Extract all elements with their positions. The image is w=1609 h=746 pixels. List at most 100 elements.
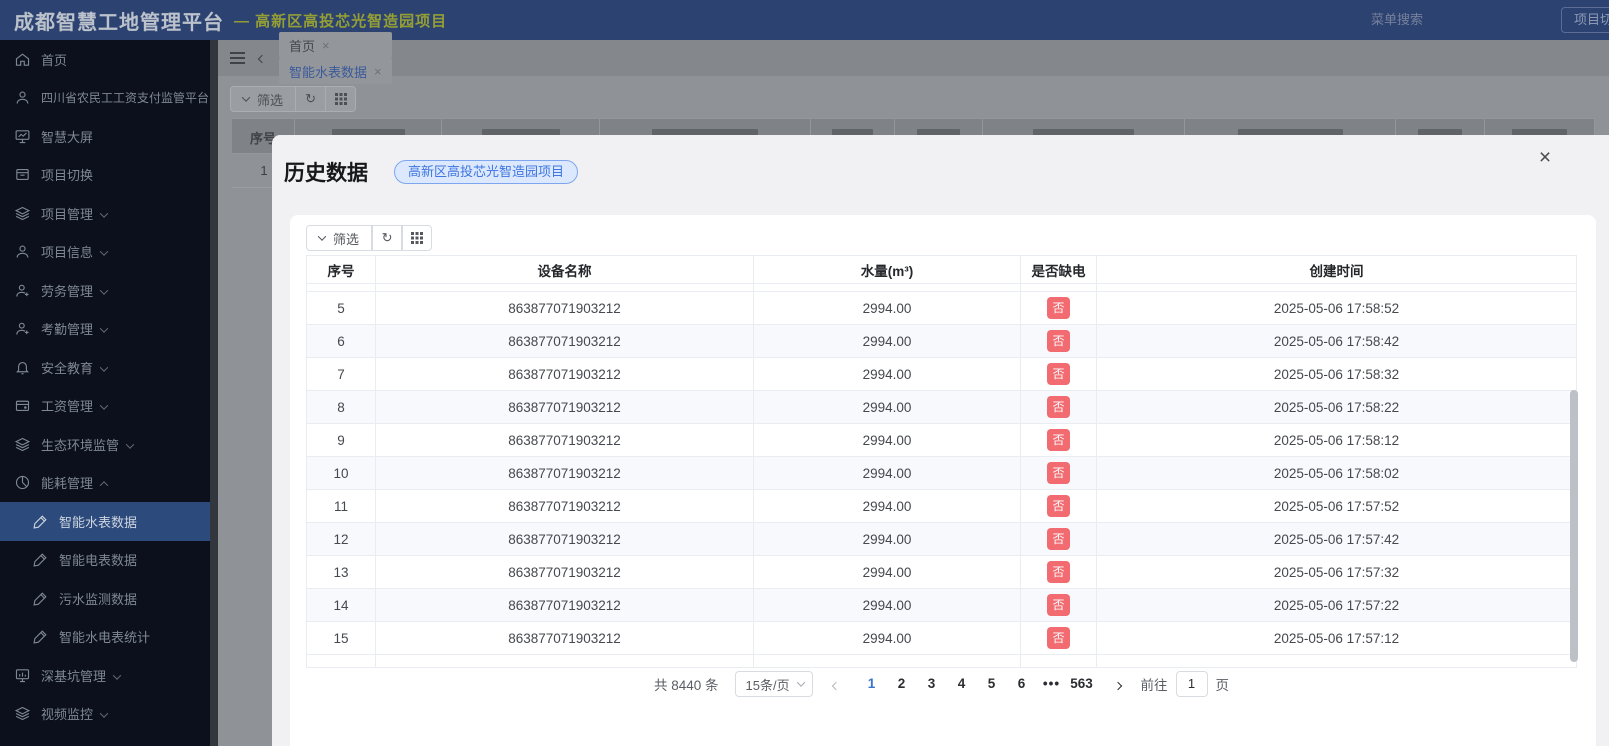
sidebar-item-15[interactable]: 智能水电表统计 [0, 618, 210, 657]
tab-0[interactable]: 首页 × [279, 32, 392, 58]
grid-icon[interactable] [402, 225, 433, 251]
sidebar-item-14[interactable]: 污水监测数据 [0, 579, 210, 618]
cell-index: 10 [307, 457, 376, 489]
sidebar-item-6[interactable]: 劳务管理 [0, 271, 210, 310]
table-row[interactable]: 9 863877071903212 2994.00 否 2025-05-06 1… [307, 424, 1576, 457]
cell-created-time: 2025-05-06 17:58:12 [1273, 432, 1400, 448]
sidebar-item-7[interactable]: 考勤管理 [0, 310, 210, 349]
sidebar-item-12[interactable]: 智能水表数据 [0, 502, 210, 541]
prev-page-icon[interactable] [829, 677, 843, 692]
page-number[interactable]: 3 [919, 671, 945, 697]
close-tab-icon[interactable]: × [322, 38, 330, 53]
sidebar-item-8[interactable]: 安全教育 [0, 348, 210, 387]
bell-icon [14, 359, 31, 376]
table-row[interactable]: 7 863877071903212 2994.00 否 2025-05-06 1… [307, 358, 1576, 391]
sidebar-item-17[interactable]: 视频监控 [0, 695, 210, 734]
cell-created-time: 2025-05-06 17:58:52 [1273, 300, 1400, 316]
menu-search-button[interactable]: 菜单搜索 [1371, 0, 1423, 40]
switch-icon [14, 166, 31, 183]
page-number-last[interactable]: 563 [1069, 671, 1095, 697]
table-row[interactable]: 10 863877071903212 2994.00 否 2025-05-06 … [307, 457, 1576, 490]
table-partial-row-top [307, 284, 1576, 292]
sidebar-item-3[interactable]: 项目切换 [0, 156, 210, 195]
table-row[interactable]: 12 863877071903212 2994.00 否 2025-05-06 … [307, 523, 1576, 556]
table-scrollbar[interactable] [1570, 390, 1578, 662]
sidebar-item-10[interactable]: 生态环境监管 [0, 425, 210, 464]
cell-index: 14 [307, 589, 376, 621]
table-row[interactable]: 14 863877071903212 2994.00 否 2025-05-06 … [307, 589, 1576, 622]
table-row[interactable]: 5 863877071903212 2994.00 否 2025-05-06 1… [307, 292, 1576, 325]
page-number[interactable]: 5 [979, 671, 1005, 697]
next-page-icon[interactable] [1111, 677, 1125, 692]
cell-water-volume: 2994.00 [754, 556, 1021, 588]
tab-1[interactable]: 智能水表数据 × [279, 58, 392, 84]
page-number[interactable]: 2 [889, 671, 915, 697]
pen-icon [32, 513, 49, 530]
sidebar-item-9[interactable]: 工资管理 [0, 387, 210, 426]
status-badge: 否 [1047, 495, 1070, 517]
status-badge: 否 [1047, 363, 1070, 385]
pen-icon [32, 590, 49, 607]
background-toolbar: 筛选 ↻ [230, 86, 357, 112]
sidebar-item-0[interactable]: 首页 [0, 40, 210, 79]
sidebar-item-1[interactable]: 四川省农民工工资支付监管平台 [0, 79, 210, 118]
cell-water-volume: 2994.00 [754, 523, 1021, 555]
close-icon[interactable]: × [1533, 147, 1557, 171]
chevron-icon [99, 360, 109, 375]
layers-icon [14, 205, 31, 222]
user-badge-icon [14, 282, 31, 299]
sidebar-item-5[interactable]: 项目信息 [0, 233, 210, 272]
column-header-1: 序号 [307, 256, 376, 283]
more-pages-icon[interactable]: ••• [1039, 671, 1065, 697]
cell-index: 12 [307, 523, 376, 555]
cell-power-lack: 否 [1021, 490, 1097, 522]
cell-created-time: 2025-05-06 17:57:52 [1273, 498, 1400, 514]
refresh-icon[interactable]: ↻ [372, 225, 403, 251]
status-badge: 否 [1047, 462, 1070, 484]
table-row[interactable]: 11 863877071903212 2994.00 否 2025-05-06 … [307, 490, 1576, 523]
pagination-total: 共 8440 条 [653, 678, 719, 693]
background-grid-icon[interactable] [326, 86, 357, 112]
cell-power-lack: 否 [1021, 457, 1097, 489]
sidebar-scrollbar[interactable] [210, 40, 218, 746]
background-refresh-icon[interactable]: ↻ [296, 86, 327, 112]
hamburger-icon[interactable] [230, 52, 245, 64]
cell-created-time: 2025-05-06 17:58:02 [1273, 465, 1400, 481]
pen-icon [32, 628, 49, 645]
sidebar-item-11[interactable]: 能耗管理 [0, 464, 210, 503]
close-tab-icon[interactable]: × [374, 64, 382, 79]
sidebar-item-13[interactable]: 智能电表数据 [0, 541, 210, 580]
tabs-scroll-left-icon[interactable] [257, 49, 267, 67]
table-row[interactable]: 13 863877071903212 2994.00 否 2025-05-06 … [307, 556, 1576, 589]
page-number[interactable]: 4 [949, 671, 975, 697]
cell-water-volume: 2994.00 [754, 622, 1021, 654]
project-switch-button[interactable]: 项目切换 [1560, 7, 1609, 33]
page-number[interactable]: 6 [1009, 671, 1035, 697]
cell-water-volume: 2994.00 [754, 358, 1021, 390]
cell-water-volume: 2994.00 [754, 325, 1021, 357]
sidebar: 首页 四川省农民工工资支付监管平台 智慧大屏 项目切换 项目管理 项目信息 劳务… [0, 40, 210, 746]
sidebar-item-4[interactable]: 项目管理 [0, 194, 210, 233]
table-row[interactable]: 8 863877071903212 2994.00 否 2025-05-06 1… [307, 391, 1576, 424]
chevron-icon [99, 283, 109, 298]
page-number[interactable]: 1 [859, 671, 885, 697]
background-filter-button[interactable]: 筛选 [230, 86, 297, 112]
chevron-icon [99, 398, 109, 413]
cell-index: 9 [307, 424, 376, 456]
sidebar-item-16[interactable]: 深基坑管理 [0, 656, 210, 695]
modal-toolbar: 筛选 ↻ [306, 225, 433, 251]
table-row[interactable]: 6 863877071903212 2994.00 否 2025-05-06 1… [307, 325, 1576, 358]
table-partial-row-bottom [307, 655, 1576, 668]
page-size-select[interactable]: 15条/页 [734, 671, 813, 697]
cell-power-lack: 否 [1021, 325, 1097, 357]
app-root: 成都智慧工地管理平台 — 高新区高投芯光智造园项目 菜单搜索 项目切换 首页 四… [0, 0, 1609, 746]
sidebar-item-2[interactable]: 智慧大屏 [0, 117, 210, 156]
monitor-icon [14, 667, 31, 684]
goto-page-input[interactable]: 1 [1175, 671, 1208, 697]
modal-header: 历史数据 高新区高投芯光智造园项目 × [272, 135, 1609, 215]
status-badge: 否 [1047, 627, 1070, 649]
table-row[interactable]: 15 863877071903212 2994.00 否 2025-05-06 … [307, 622, 1576, 655]
filter-button[interactable]: 筛选 [306, 225, 373, 251]
cell-created-time: 2025-05-06 17:57:12 [1273, 630, 1400, 646]
home-icon [14, 51, 31, 68]
